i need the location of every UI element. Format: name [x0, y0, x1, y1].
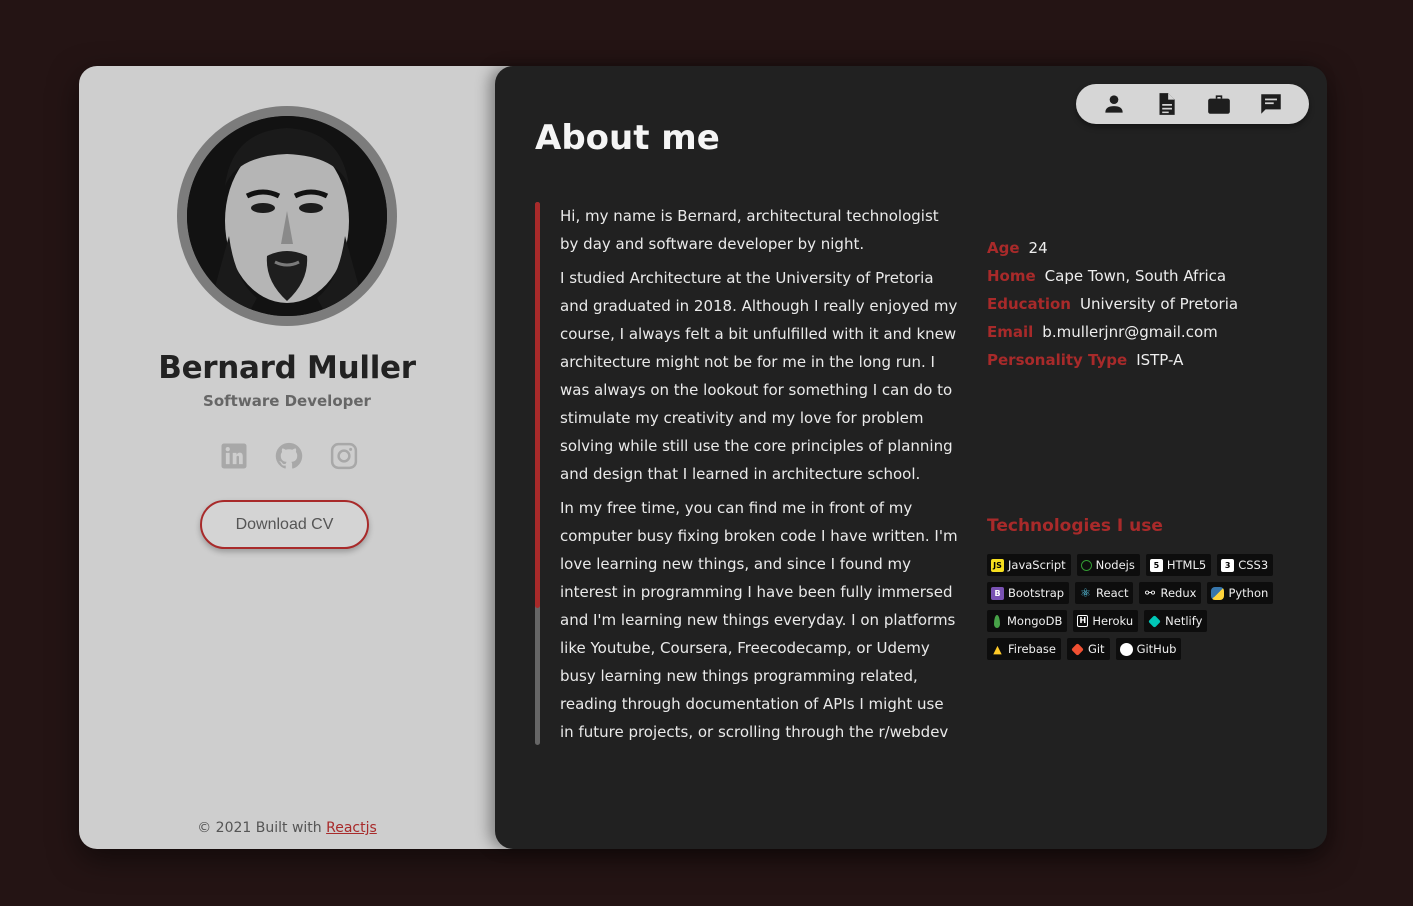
bootstrap-icon: B — [991, 586, 1004, 600]
avatar-ring — [177, 106, 397, 326]
badge-heroku: H Heroku — [1073, 610, 1139, 632]
react-icon: ⚛ — [1080, 585, 1091, 600]
info-education: Education University of Pretoria — [987, 295, 1239, 313]
briefcase-icon[interactable] — [1206, 91, 1232, 117]
scrollbar[interactable] — [535, 202, 540, 745]
profile-role: Software Developer — [203, 392, 371, 410]
badge-html5: 5 HTML5 — [1145, 554, 1212, 576]
instagram-icon[interactable] — [329, 441, 359, 471]
github-icon — [1119, 642, 1133, 656]
footer-text: © 2021 Built with — [197, 820, 322, 836]
download-cv-button[interactable]: Download CV — [200, 500, 369, 549]
badge-react: ⚛ React — [1075, 582, 1134, 604]
badge-row: JS JavaScript Nodejs 5 HTML5 3 CSS3 — [987, 554, 1287, 576]
badge-redux: ⚯ Redux — [1139, 582, 1202, 604]
git-icon — [1071, 642, 1084, 656]
profile-name: Bernard Muller — [158, 350, 416, 386]
python-icon — [1211, 586, 1225, 600]
badge-python: Python — [1207, 582, 1274, 604]
info-home: Home Cape Town, South Africa — [987, 267, 1227, 285]
content-panel: About me Hi, my name is Bernard, archite… — [495, 66, 1327, 849]
about-paragraph: In my free time, you can find me in fron… — [560, 499, 958, 741]
badge-nodejs: Nodejs — [1076, 554, 1140, 576]
chat-icon[interactable] — [1258, 91, 1284, 117]
mongodb-icon — [994, 614, 1000, 628]
page-title: About me — [535, 118, 720, 158]
badge-css3: 3 CSS3 — [1217, 554, 1274, 576]
scrollbar-thumb[interactable] — [535, 202, 540, 608]
technologies-title: Technologies I use — [987, 516, 1163, 536]
avatar — [187, 116, 387, 316]
javascript-icon: JS — [991, 558, 1004, 572]
reactjs-link[interactable]: Reactjs — [326, 820, 377, 836]
badge-mongodb: MongoDB — [987, 610, 1068, 632]
info-age: Age 24 — [987, 239, 1048, 257]
badge-row: B Bootstrap ⚛ React ⚯ Redux Python — [987, 582, 1287, 604]
info-email: Email b.mullerjnr@gmail.com — [987, 323, 1218, 341]
firebase-icon: ▲ — [993, 642, 1002, 656]
footer: © 2021 Built with Reactjs — [79, 820, 495, 836]
html5-icon: 5 — [1149, 558, 1163, 572]
social-links — [219, 438, 359, 474]
profile-sidebar: Bernard Muller Software Developer Downlo… — [79, 66, 515, 849]
badge-git: Git — [1066, 638, 1110, 660]
heroku-icon: H — [1077, 615, 1089, 627]
badge-row: ▲ Firebase Git GitHub — [987, 638, 1287, 660]
about-paragraph: Hi, my name is Bernard, architectural te… — [560, 207, 939, 253]
person-icon[interactable] — [1101, 91, 1127, 117]
badge-bootstrap: B Bootstrap — [987, 582, 1070, 604]
info-personality: Personality Type ISTP-A — [987, 351, 1184, 369]
badge-javascript: JS JavaScript — [987, 554, 1071, 576]
css3-icon: 3 — [1221, 558, 1235, 572]
personal-info: Age 24 Home Cape Town, South Africa Educat… — [987, 234, 1317, 374]
badge-row: MongoDB H Heroku Netlify — [987, 610, 1287, 632]
badge-github: GitHub — [1115, 638, 1182, 660]
badge-netlify: Netlify — [1144, 610, 1208, 632]
technology-badges: JS JavaScript Nodejs 5 HTML5 3 CSS3 B Bootst… — [987, 554, 1287, 666]
nodejs-icon — [1080, 559, 1092, 571]
about-text: Hi, my name is Bernard, architectural te… — [560, 202, 960, 747]
redux-icon: ⚯ — [1144, 585, 1156, 600]
github-icon[interactable] — [274, 441, 304, 471]
avatar-photo — [187, 116, 387, 316]
linkedin-icon[interactable] — [219, 441, 249, 471]
about-paragraph: I studied Architecture at the University… — [560, 269, 958, 483]
document-icon[interactable] — [1153, 91, 1179, 117]
badge-firebase: ▲ Firebase — [987, 638, 1061, 660]
top-nav — [1076, 84, 1309, 124]
netlify-icon — [1148, 614, 1162, 628]
